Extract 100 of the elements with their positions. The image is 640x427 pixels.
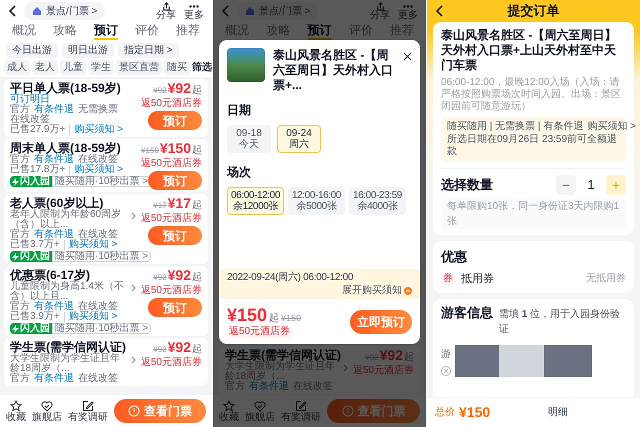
notice-link[interactable]: 购买须知 > (69, 125, 123, 135)
filter-chip[interactable]: 随买 (164, 60, 190, 75)
ticket-tag: 在线改签 (78, 230, 118, 240)
ticket-tag: 有条件退 (34, 374, 74, 384)
notice-link[interactable]: 购买须知 > (587, 121, 636, 133)
chevron-right-icon (131, 284, 136, 292)
total-label: 总价 (435, 406, 455, 420)
share-icon[interactable] (162, 2, 170, 10)
book-button[interactable]: 预订 (148, 111, 202, 130)
date-option[interactable]: 09-18 今天 (227, 125, 271, 153)
notice-link[interactable]: 购买须知 > (64, 240, 118, 250)
ticket-tag: 有条件退 (34, 230, 74, 240)
toolbar-button[interactable]: 旗舰店 (245, 400, 275, 422)
toolbar-button[interactable]: 有奖调研 (281, 400, 321, 422)
filter-chip[interactable]: 成人 (4, 60, 30, 75)
delivery-tag: 随买随用·10秒出票 > (52, 323, 152, 334)
sales-count: 已售3.9万+ (10, 312, 60, 322)
date-chip[interactable]: 明日出游 (62, 43, 114, 58)
notice-toggle[interactable]: 展开购买须知 (342, 284, 412, 297)
ticket-name: 老人票(60岁以上) (10, 196, 104, 210)
date-chip[interactable]: 今日出游 (6, 43, 58, 58)
toolbar-button[interactable]: 收藏 (6, 400, 26, 422)
chevron-right-icon (131, 356, 136, 364)
price-suffix: 起 (192, 84, 202, 98)
tab[interactable]: 推荐 (176, 23, 200, 40)
more-label: 更多 (184, 10, 204, 20)
ticket-name: 平日单人票(18-59岁) (10, 81, 122, 95)
tab[interactable]: 评价 (135, 23, 159, 40)
back-icon[interactable] (435, 5, 443, 17)
edit-icon (82, 400, 94, 412)
more-label: 更多 (398, 10, 418, 20)
redaction-block (455, 345, 499, 377)
ticket-price: ¥92 (380, 348, 403, 363)
heart-check-icon (254, 400, 266, 412)
filter-chip[interactable]: 学生 (88, 60, 114, 75)
share-label: 分享 (156, 10, 176, 20)
perks-text: 随买随用 | 无需换票 | 有条件退 (447, 121, 584, 133)
filter-chip[interactable]: 儿童 (60, 60, 86, 75)
price-suffix: 起 (269, 312, 280, 326)
back-icon[interactable] (8, 5, 16, 17)
section-label: 日期 (227, 102, 252, 119)
session-option[interactable]: 12:00-16:00 余5000张 (288, 187, 345, 215)
total-price: ¥150 (459, 403, 490, 422)
book-button[interactable]: 预订 (148, 226, 202, 245)
filter-chip[interactable]: 老人 (32, 60, 58, 75)
ticket-price: ¥92 (168, 340, 191, 355)
date-chip[interactable]: 指定日期 > (118, 43, 179, 58)
coupon-note: 返50元酒店券 (140, 98, 202, 109)
tab[interactable]: 概况 (12, 23, 36, 40)
section-title: 游客信息 (441, 304, 493, 322)
field-label: 游 (441, 348, 451, 362)
coupon-note: 返50元酒店券 (140, 158, 202, 169)
price-suffix: 起 (192, 342, 202, 356)
close-icon[interactable] (403, 52, 412, 61)
ticket-price: ¥92 (168, 81, 191, 96)
details-link[interactable]: 明细 (548, 405, 568, 420)
ticket-tag: 有条件退 (34, 105, 74, 115)
section-title: 优惠 (441, 248, 468, 266)
info-icon (128, 405, 140, 417)
ticket-name: 优惠票(6-17岁) (10, 268, 92, 282)
original-price: ¥92 (153, 272, 167, 284)
tab[interactable]: 攻略 (53, 23, 77, 40)
toolbar-button[interactable]: 有奖调研 (68, 400, 108, 422)
breadcrumb-pill[interactable]: 景点/门票 > (237, 2, 318, 20)
price-suffix: 起 (192, 270, 202, 284)
coupon-note: 返50元酒店券 (140, 285, 202, 296)
redaction-block (544, 345, 592, 377)
bolt-icon (12, 252, 19, 260)
session-option[interactable]: 06:00-12:00 余12000张 (227, 187, 284, 215)
page-title: 提交订单 (508, 2, 560, 20)
ticket-tag: 有条件退 (34, 155, 74, 165)
photo-placeholder (227, 48, 265, 82)
book-now-button[interactable]: 立即预订 (350, 310, 412, 334)
ticket-tag: 官方 (10, 374, 30, 384)
ticket-price: ¥17 (168, 196, 191, 211)
breadcrumb-pill[interactable]: 景点/门票 > (24, 2, 106, 20)
ticket-tag: 在线改签 (78, 374, 118, 384)
ticket-price: ¥92 (168, 268, 191, 283)
toolbar-button[interactable]: 收藏 (219, 400, 239, 422)
toolbar-button[interactable]: 旗舰店 (32, 400, 62, 422)
book-button[interactable]: 预订 (148, 298, 202, 317)
original-price: ¥92 (153, 344, 167, 356)
coupon-label: 抵用券 (461, 272, 494, 286)
book-button[interactable]: 预订 (148, 171, 202, 190)
limit-note: 每单限购10张，同一身份证3天内限购1张 (441, 199, 626, 229)
view-tickets-button[interactable]: 查看门票 (114, 399, 206, 423)
ticket-tag: 在线改签 (78, 155, 118, 165)
sales-count: 已售3.7万+ (10, 240, 60, 250)
selection-summary: 2022-09-24(周六) 06:00-12:00 (227, 271, 354, 284)
notice-link[interactable]: 购买须知 > (64, 312, 118, 322)
notice-link[interactable]: 购买须知 > (69, 165, 123, 175)
filter-chip[interactable]: 景区直营 (116, 60, 162, 75)
badge-label: 闪入园 (20, 176, 50, 187)
share-label: 分享 (370, 10, 390, 20)
session-option[interactable]: 16:00-23:59 余4000张 (348, 187, 406, 215)
filter-button[interactable]: 筛选 (192, 60, 212, 75)
original-price: ¥17 (153, 200, 167, 212)
delivery-tag: 随买随用·10秒出票 > (52, 251, 152, 262)
product-title: 泰山风景名胜区 -【周六至周日】天外村入口票+... (273, 48, 394, 93)
date-option[interactable]: 09-24 周六 (277, 125, 321, 153)
